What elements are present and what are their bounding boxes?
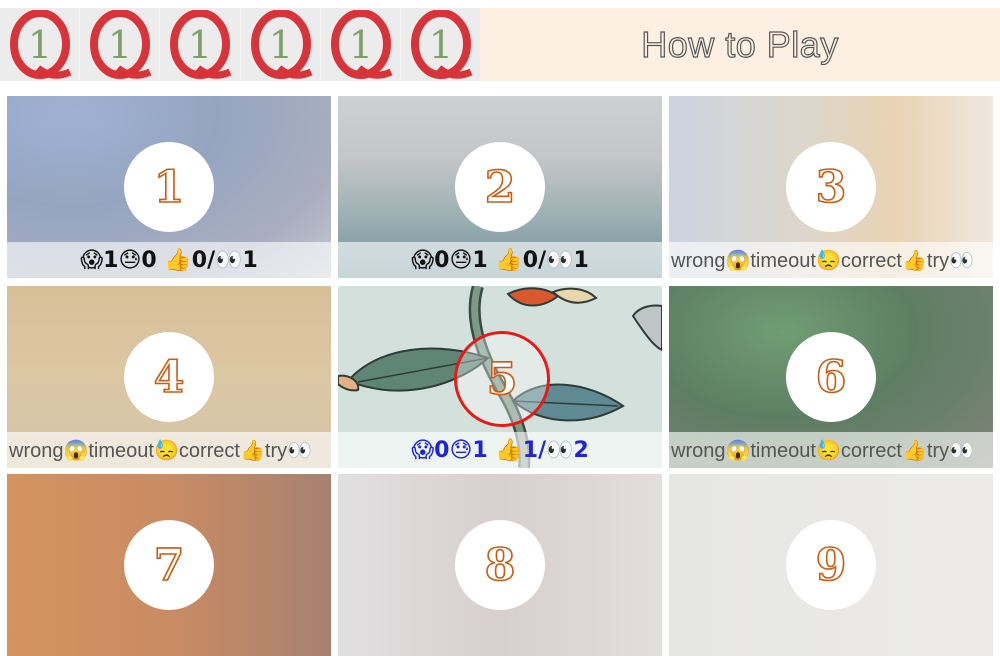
level-number-badge: 8 — [455, 520, 545, 610]
tries-count: 👀1 — [215, 247, 258, 273]
level-tile-6[interactable]: 6 wrong😱timeout😓correct👍try👀 — [669, 286, 993, 468]
legend-bar: wrong😱timeout😓correct👍try👀 — [669, 242, 993, 278]
legend-text: wrong😱timeout😓correct👍try👀 — [671, 249, 975, 272]
logo-digit: 1 — [188, 23, 212, 67]
logo-strip: 1 1 1 1 1 1 — [0, 8, 481, 81]
legend-text: wrong😱timeout😓correct👍try👀 — [671, 439, 975, 462]
level-number: 8 — [484, 539, 516, 592]
legend-text: wrong😱timeout😓correct👍try👀 — [9, 439, 313, 462]
stats-bar: 😱1 😓0 👍0/👀1 — [7, 242, 331, 278]
q1-logo-icon: 1 — [10, 10, 72, 79]
correct-count: 👍0 — [164, 247, 208, 273]
level-number: 1 — [153, 161, 185, 214]
level-number-badge: 1 — [124, 142, 214, 232]
logo-digit: 1 — [429, 23, 453, 67]
level-tile-5[interactable]: 5 😱0 😓1 👍1/👀2 — [338, 286, 662, 468]
level-tile-2[interactable]: 2 😱0 😓1 👍0/👀1 — [338, 96, 662, 278]
level-number: 3 — [815, 161, 847, 214]
level-number: 6 — [815, 351, 847, 404]
level-tile-3[interactable]: 3 wrong😱timeout😓correct👍try👀 — [669, 96, 993, 278]
wrong-count: 😱1 — [80, 247, 119, 273]
level-number-badge: 6 — [786, 332, 876, 422]
q1-logo: 1 — [159, 8, 240, 81]
q1-logo: 1 — [319, 8, 400, 81]
level-tile-8[interactable]: 8 — [338, 474, 662, 656]
legend-bar: wrong😱timeout😓correct👍try👀 — [7, 432, 331, 468]
tries-count: 👀2 — [546, 437, 589, 463]
q1-logo: 1 — [239, 8, 320, 81]
level-number: 4 — [153, 351, 185, 404]
level-number-badge: 7 — [124, 520, 214, 610]
stats-bar: 😱0 😓1 👍0/👀1 — [338, 242, 662, 278]
separator: / — [538, 247, 547, 273]
logo-digit: 1 — [108, 23, 132, 67]
how-to-play-label: How to Play — [641, 23, 839, 65]
q1-logo-icon: 1 — [410, 10, 473, 79]
q1-logo-icon: 1 — [90, 10, 152, 79]
level-tile-9[interactable]: 9 — [669, 474, 993, 656]
logo-digit: 1 — [349, 23, 373, 67]
level-number-badge: 2 — [455, 142, 545, 232]
level-number-badge: 4 — [124, 332, 214, 422]
separator: / — [207, 247, 216, 273]
timeout-count: 😓1 — [449, 247, 488, 273]
level-number-badge: 3 — [786, 142, 876, 232]
wrong-count: 😱0 — [411, 247, 450, 273]
legend-bar: wrong😱timeout😓correct👍try👀 — [669, 432, 993, 468]
stats-bar: 😱0 😓1 👍1/👀2 — [338, 432, 662, 468]
q1-logo: 1 — [0, 8, 80, 81]
level-number-badge: 9 — [786, 520, 876, 610]
level-tile-4[interactable]: 4 wrong😱timeout😓correct👍try👀 — [7, 286, 331, 468]
level-tile-7[interactable]: 7 — [7, 474, 331, 656]
q1-logo-icon: 1 — [330, 10, 393, 79]
q1-logo: 1 — [399, 8, 481, 81]
level-number: 9 — [815, 539, 847, 592]
level-number-badge-selected: 5 — [454, 331, 550, 427]
level-number: 5 — [486, 353, 518, 406]
wrong-count: 😱0 — [411, 437, 450, 463]
timeout-count: 😓0 — [118, 247, 157, 273]
timeout-count: 😓1 — [449, 437, 488, 463]
q1-logo: 1 — [79, 8, 160, 81]
separator: / — [538, 437, 547, 463]
logo-digit: 1 — [28, 23, 52, 67]
level-tile-1[interactable]: 1 😱1 😓0 👍0/👀1 — [7, 96, 331, 278]
q1-logo-icon: 1 — [250, 10, 312, 79]
level-number: 7 — [153, 539, 185, 592]
how-to-play-button[interactable]: How to Play — [480, 8, 1000, 81]
q1-logo-icon: 1 — [170, 10, 232, 79]
tries-count: 👀1 — [546, 247, 589, 273]
correct-count: 👍1 — [495, 437, 539, 463]
correct-count: 👍0 — [495, 247, 539, 273]
level-number: 2 — [484, 161, 516, 214]
logo-digit: 1 — [268, 23, 292, 67]
